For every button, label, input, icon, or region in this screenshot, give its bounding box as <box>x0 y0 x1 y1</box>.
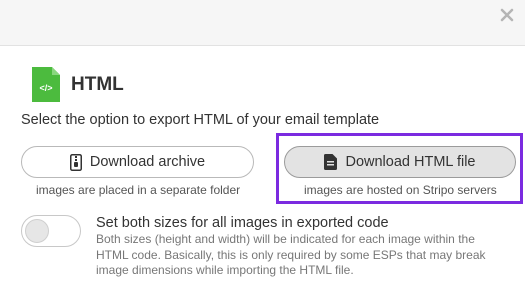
html-file-icon-text: </> <box>39 83 52 93</box>
html-file-icon: </> <box>32 67 60 102</box>
image-sizes-setting-description: Both sizes (height and width) will be in… <box>96 232 486 277</box>
dialog-title: HTML <box>71 74 124 95</box>
image-sizes-setting-title: Set both sizes for all images in exporte… <box>96 215 389 231</box>
download-archive-hint: images are placed in a separate folder <box>36 183 241 197</box>
toggle-knob <box>25 219 49 243</box>
export-instructions: Select the option to export HTML of your… <box>21 112 380 128</box>
download-archive-label: Download archive <box>89 154 206 170</box>
close-icon[interactable] <box>499 7 515 23</box>
image-sizes-toggle[interactable] <box>21 215 81 247</box>
zip-archive-icon <box>69 153 82 171</box>
dialog-header-bar <box>0 0 525 46</box>
download-archive-button[interactable]: Download archive <box>21 146 254 178</box>
selected-option-highlight <box>276 133 523 204</box>
